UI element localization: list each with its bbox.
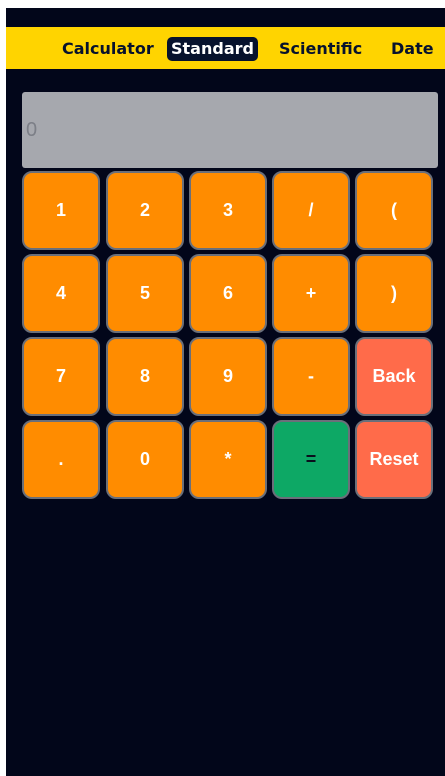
- key-2[interactable]: 2: [106, 171, 184, 250]
- calculator-app: Calculator Standard Scientific Date 0 1 …: [6, 8, 445, 776]
- key-5[interactable]: 5: [106, 254, 184, 333]
- keypad: 1 2 3 / ( 4 5 6 + ) 7 8 9 - Back . 0 * =…: [22, 171, 438, 501]
- tab-date[interactable]: Date: [391, 37, 434, 61]
- key-7[interactable]: 7: [22, 337, 100, 416]
- calculator-display[interactable]: 0: [22, 92, 438, 168]
- key-9[interactable]: 9: [189, 337, 267, 416]
- key-minus[interactable]: -: [272, 337, 350, 416]
- key-close-paren[interactable]: ): [355, 254, 433, 333]
- key-divide[interactable]: /: [272, 171, 350, 250]
- tab-standard[interactable]: Standard: [167, 37, 258, 61]
- key-1[interactable]: 1: [22, 171, 100, 250]
- back-button[interactable]: Back: [355, 337, 433, 416]
- key-6[interactable]: 6: [189, 254, 267, 333]
- equals-button[interactable]: =: [272, 420, 350, 499]
- key-0[interactable]: 0: [106, 420, 184, 499]
- key-open-paren[interactable]: (: [355, 171, 433, 250]
- tab-calculator[interactable]: Calculator: [62, 37, 154, 61]
- key-4[interactable]: 4: [22, 254, 100, 333]
- key-decimal[interactable]: .: [22, 420, 100, 499]
- header-bar: Calculator Standard Scientific Date: [6, 27, 445, 69]
- tab-scientific[interactable]: Scientific: [279, 37, 362, 61]
- reset-button[interactable]: Reset: [355, 420, 433, 499]
- key-plus[interactable]: +: [272, 254, 350, 333]
- key-3[interactable]: 3: [189, 171, 267, 250]
- key-multiply[interactable]: *: [189, 420, 267, 499]
- key-8[interactable]: 8: [106, 337, 184, 416]
